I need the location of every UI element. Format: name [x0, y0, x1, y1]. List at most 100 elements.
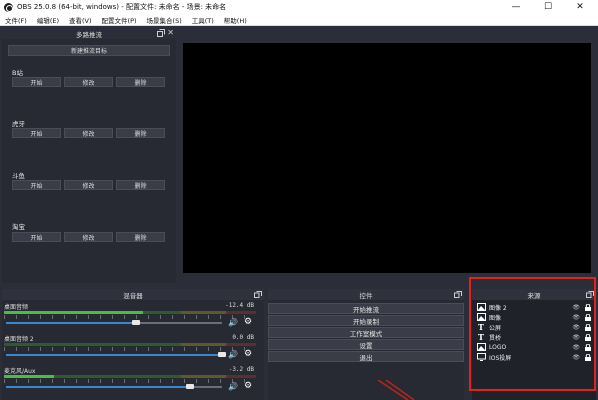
speaker-icon[interactable]: 🔊	[228, 350, 238, 359]
menu-edit[interactable]: 编辑(E)	[32, 15, 64, 25]
exit-button[interactable]: 退出	[268, 351, 464, 362]
source-name: 图像	[489, 314, 502, 322]
volume-meter	[4, 375, 256, 378]
platform-start-button[interactable]: 开始	[12, 180, 61, 190]
lock-icon[interactable]	[585, 323, 591, 331]
visibility-eye-icon[interactable]: 👁	[572, 314, 580, 321]
obs-logo-icon	[4, 2, 13, 12]
platform-edit-button[interactable]: 修改	[64, 180, 113, 190]
visibility-eye-icon[interactable]: 👁	[572, 354, 580, 361]
platform-start-button[interactable]: 开始	[12, 77, 61, 87]
gear-icon[interactable]: ⚙	[244, 381, 254, 391]
gear-icon[interactable]: ⚙	[244, 317, 254, 327]
platform-edit-button[interactable]: 修改	[64, 232, 113, 242]
menu-profile[interactable]: 配置文件(P)	[97, 15, 142, 25]
volume-slider-knob[interactable]	[131, 320, 140, 325]
controls-dock: 开始推流 开始录制 工作室模式 设置 退出	[268, 300, 464, 400]
minimize-button[interactable]: —	[500, 0, 532, 14]
text-icon: T	[478, 332, 484, 342]
meter-level	[4, 375, 55, 378]
new-target-button[interactable]: 新建推流目标	[8, 45, 170, 56]
platform-label: 虎牙	[12, 120, 25, 128]
platform-start-button[interactable]: 开始	[12, 128, 61, 138]
sources-title: 来源	[527, 291, 541, 300]
float-dock-icon[interactable]	[586, 291, 594, 298]
float-dock-icon[interactable]	[254, 291, 262, 298]
multistream-title: 多路推流	[76, 30, 102, 39]
track-name: 桌面音频 2	[4, 336, 34, 343]
studio-mode-button[interactable]: 工作室模式	[268, 327, 464, 338]
speaker-icon[interactable]: 🔊	[228, 382, 238, 391]
menu-bar: 文件(F) 编辑(E) 查看(V) 配置文件(P) 场景集合(S) 工具(T) …	[0, 14, 598, 26]
window-title: OBS 25.0.8 (64-bit, windows) - 配置文件: 未命名…	[17, 3, 227, 11]
source-item[interactable]: 图像 2 👁	[476, 302, 594, 312]
source-item[interactable]: 图像 👁	[476, 312, 594, 322]
platform-label: 斗鱼	[12, 172, 25, 180]
sources-dock: 图像 2 👁 图像 👁 T 公屏 👁 T 贯桥 👁 LOGO 👁 IOS投屏 👁	[472, 300, 596, 400]
image-icon	[476, 343, 486, 352]
lock-icon[interactable]	[585, 313, 591, 321]
preview-canvas[interactable]	[183, 43, 591, 273]
menu-scene-collection[interactable]: 场景集合(S)	[142, 15, 187, 25]
speaker-icon[interactable]: 🔊	[228, 318, 238, 327]
volume-slider[interactable]	[6, 322, 136, 324]
mixer-dock-title: 混音器	[2, 289, 264, 300]
audio-mixer: 桌面音频 -12.4 dB 🔊 ⚙ 桌面音频 2 0.0 dB 🔊 ⚙ 麦克风/…	[2, 300, 264, 400]
platform-delete-button[interactable]: 删除	[116, 180, 165, 190]
settings-button[interactable]: 设置	[268, 339, 464, 350]
source-name: 图像 2	[489, 304, 507, 312]
visibility-eye-icon[interactable]: 👁	[572, 334, 580, 341]
meter-scale	[4, 379, 256, 383]
gear-icon[interactable]: ⚙	[244, 349, 254, 359]
platform-label: B站	[12, 69, 23, 77]
meter-level	[4, 311, 143, 314]
lock-icon[interactable]	[585, 303, 591, 311]
volume-slider-knob[interactable]	[185, 384, 194, 389]
image-icon	[476, 303, 486, 312]
platform-delete-button[interactable]: 删除	[116, 128, 165, 138]
volume-meter	[4, 343, 256, 346]
track-name: 麦克风/Aux	[4, 368, 36, 375]
visibility-eye-icon[interactable]: 👁	[572, 324, 580, 331]
platform-delete-button[interactable]: 删除	[116, 77, 165, 87]
platform-delete-button[interactable]: 删除	[116, 232, 165, 242]
volume-slider[interactable]	[6, 354, 222, 356]
close-button[interactable]: ✕	[564, 0, 596, 14]
visibility-eye-icon[interactable]: 👁	[572, 304, 580, 311]
source-item[interactable]: T 公屏 👁	[476, 322, 594, 332]
float-dock-icon[interactable]	[454, 291, 462, 298]
volume-slider[interactable]	[6, 386, 190, 388]
source-item[interactable]: IOS投屏 👁	[476, 352, 594, 362]
track-db: -3.2 dB	[228, 366, 254, 373]
preview-area	[178, 28, 596, 283]
menu-help[interactable]: 帮助(H)	[219, 15, 252, 25]
image-icon	[476, 313, 486, 322]
start-streaming-button[interactable]: 开始推流	[268, 303, 464, 314]
maximize-button[interactable]: ☐	[532, 0, 564, 14]
platform-label: 淘宝	[12, 223, 25, 231]
lock-icon[interactable]	[585, 343, 591, 351]
track-db: -12.4 dB	[225, 302, 254, 309]
volume-slider-knob[interactable]	[218, 352, 226, 357]
source-item[interactable]: T 贯桥 👁	[476, 332, 594, 342]
platform-start-button[interactable]: 开始	[12, 232, 61, 242]
platform-edit-button[interactable]: 修改	[64, 128, 113, 138]
float-dock-icon[interactable]	[157, 29, 165, 37]
lock-icon[interactable]	[585, 353, 591, 361]
menu-view[interactable]: 查看(V)	[64, 15, 97, 25]
start-recording-button[interactable]: 开始录制	[268, 315, 464, 326]
menu-tools[interactable]: 工具(T)	[187, 15, 219, 25]
platform-edit-button[interactable]: 修改	[64, 77, 113, 87]
volume-meter	[4, 311, 256, 314]
title-bar: OBS 25.0.8 (64-bit, windows) - 配置文件: 未命名…	[0, 0, 598, 14]
close-dock-icon[interactable]: ✕	[167, 28, 174, 38]
lock-icon[interactable]	[585, 333, 591, 341]
multistream-dock: 多路推流 ✕ 新建推流目标 B站 开始 修改 删除 虎牙 开始 修改 删除 斗鱼…	[2, 28, 176, 283]
mixer-title: 混音器	[123, 291, 143, 300]
menu-file[interactable]: 文件(F)	[0, 15, 32, 25]
text-icon: T	[478, 322, 484, 332]
visibility-eye-icon[interactable]: 👁	[572, 344, 580, 351]
controls-dock-title: 控件	[268, 289, 464, 300]
source-item[interactable]: LOGO 👁	[476, 342, 594, 352]
resize-decoration	[377, 380, 415, 400]
